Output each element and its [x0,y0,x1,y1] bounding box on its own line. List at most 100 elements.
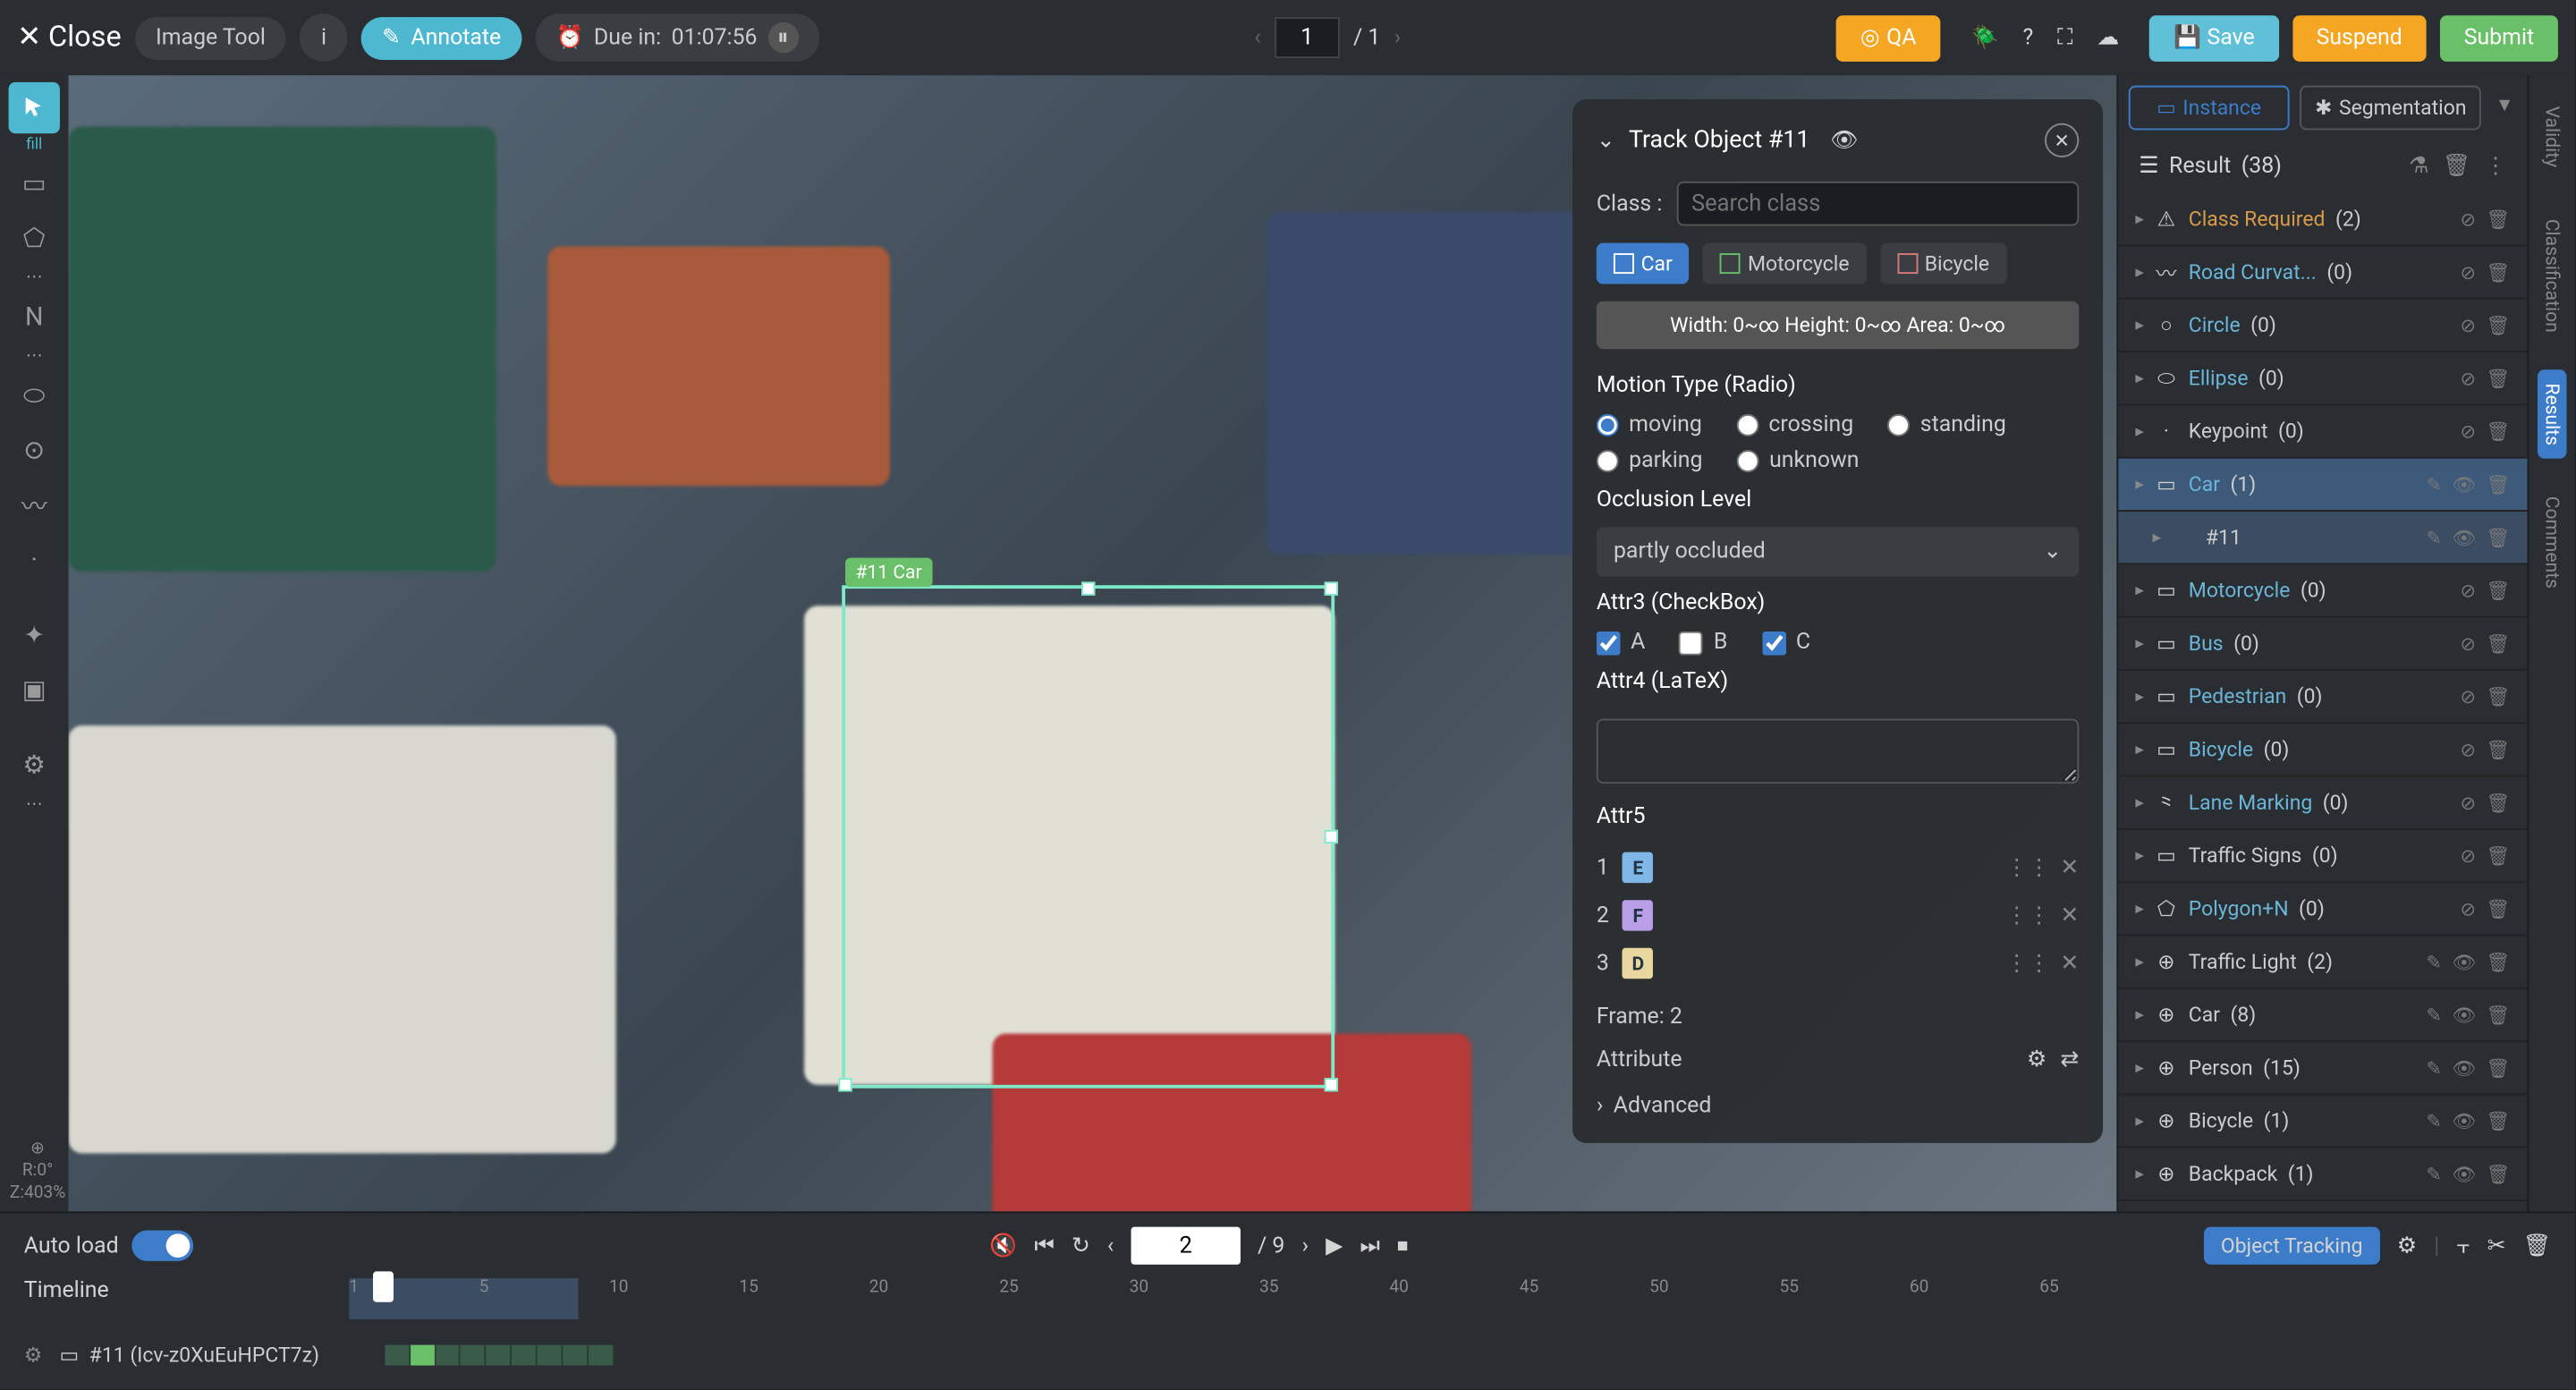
result-item[interactable]: ▸⊕Car(8)✎👁🗑 [2118,989,2527,1042]
trash-icon[interactable]: 🗑 [2487,632,2511,655]
caret-icon[interactable]: ▸ [2153,528,2162,547]
class-tab-bicycle[interactable]: Bicycle [1880,243,2006,284]
attr5-item[interactable]: 2F⋮⋮✕ [1597,892,2079,940]
next-frame-icon[interactable]: › [1302,1233,1309,1259]
compass-icon[interactable]: ⊕ [30,1140,45,1158]
trash-icon[interactable]: 🗑 [2487,526,2511,548]
result-item[interactable]: ▸▭Car(1)✎👁🗑 [2118,459,2527,512]
more-icon[interactable]: ⋮ [2485,154,2507,180]
eye-icon[interactable]: 👁 [2452,526,2476,548]
check-a[interactable]: A [1597,630,1645,656]
result-item[interactable]: ▸○Circle(0)⊘🗑 [2118,300,2527,352]
cloud-icon[interactable]: ☁ [2097,25,2119,51]
trash-icon[interactable]: 🗑 [2487,685,2511,708]
result-item[interactable]: ▸▭Bicycle(0)⊘🗑 [2118,724,2527,776]
caret-icon[interactable]: ▸ [2135,846,2144,865]
prev-page-icon[interactable]: ‹ [1254,25,1260,51]
remove-icon[interactable]: ✕ [2060,903,2079,928]
edit-icon[interactable]: ✎ [2426,1110,2442,1132]
bug-icon[interactable]: 🪲 [1971,25,1999,51]
sliders-icon[interactable]: ⚙ [2027,1047,2046,1073]
result-item[interactable]: ▸⊕Bicycle(1)✎👁🗑 [2118,1095,2527,1148]
timer-pill[interactable]: ⏰ Due in: 01:07:56 ⏸ [536,13,819,62]
bbox-handle-se[interactable] [1325,1078,1338,1091]
eye-slash-icon[interactable]: ⊘ [2461,261,2477,284]
caret-icon[interactable]: ▸ [2135,422,2144,441]
result-item[interactable]: ▸〰Road Curvat...(0)⊘🗑 [2118,246,2527,299]
trash-icon[interactable]: 🗑 [2487,1110,2511,1132]
rect-tool[interactable]: ▭ [9,157,60,208]
drag-icon[interactable]: ⋮⋮ [2005,903,2050,928]
pointer-tool[interactable] [9,82,60,133]
eye-icon[interactable]: 👁 [1830,128,1859,154]
chevron-down-icon[interactable]: ⌄ [1597,128,1615,154]
trash-icon[interactable]: 🗑 [2523,1233,2552,1259]
edit-icon[interactable]: ✎ [2426,1004,2442,1026]
attr5-item[interactable]: 1E⋮⋮✕ [1597,843,2079,892]
playhead[interactable] [373,1271,394,1301]
edit-icon[interactable]: ✎ [2426,1056,2442,1079]
radio-moving[interactable]: moving [1597,412,1702,438]
trash-icon[interactable]: 🗑 [2487,208,2511,230]
bbox-handle-ne[interactable] [1325,581,1338,595]
result-item[interactable]: ▸▭Motorcycle(0)⊘🗑 [2118,564,2527,617]
image-tool-pill[interactable]: Image Tool [135,16,286,59]
result-item[interactable]: ▸⊕Person(15)✎👁🗑 [2118,1042,2527,1095]
settings-icon[interactable]: ⚙ [24,1343,43,1368]
circle-tool[interactable]: ⊙ [9,424,60,475]
annotate-pill[interactable]: ✎ Annotate [361,16,521,59]
bbox-car-11[interactable]: #11 Car [842,585,1335,1088]
caret-icon[interactable]: ▸ [2135,263,2144,282]
timeline[interactable]: 15101520253035404550556065 [349,1278,2551,1326]
trash-icon[interactable]: 🗑 [2487,1056,2511,1079]
radio-parking[interactable]: parking [1597,448,1703,474]
help-icon[interactable]: ? [2022,25,2033,51]
eye-icon[interactable]: 👁 [2452,473,2476,496]
trash-icon[interactable]: 🗑 [2487,951,2511,973]
caret-icon[interactable]: ▸ [2135,899,2144,918]
eye-icon[interactable]: 👁 [2452,1163,2476,1185]
frame-input[interactable] [1131,1227,1240,1265]
eye-slash-icon[interactable]: ⊘ [2461,738,2477,760]
split-icon[interactable]: ⫟ [2456,1233,2470,1259]
trash-icon[interactable]: 🗑 [2487,420,2511,443]
caret-icon[interactable]: ▸ [2135,793,2144,812]
polygon-tool[interactable]: ⬠ [9,212,60,263]
eye-icon[interactable]: 👁 [2452,1004,2476,1026]
trash-icon[interactable]: 🗑 [2487,844,2511,867]
result-item[interactable]: ▸⚠Class Required(2)⊘🗑 [2118,193,2527,246]
pause-icon[interactable]: ⏸ [767,22,798,53]
trash-icon[interactable]: 🗑 [2487,792,2511,814]
fast-forward-icon[interactable]: ⏭ [1360,1233,1379,1259]
radio-crossing[interactable]: crossing [1736,412,1853,438]
eye-slash-icon[interactable]: ⊘ [2461,420,2477,443]
result-item[interactable]: ▸▭Pedestrian(0)⊘🗑 [2118,671,2527,724]
panel-close-icon[interactable]: ✕ [2045,123,2079,157]
trash-icon[interactable]: 🗑 [2487,473,2511,496]
eye-slash-icon[interactable]: ⊘ [2461,208,2477,230]
caret-icon[interactable]: ▸ [2135,687,2144,706]
result-item[interactable]: ▸#11✎👁🗑 [2118,512,2527,564]
drag-icon[interactable]: ⋮⋮ [2005,951,2050,977]
ellipse-tool[interactable]: ⬭ [9,369,60,420]
magic-tool[interactable]: ✦ [9,609,60,660]
eye-icon[interactable]: 👁 [2452,1056,2476,1079]
result-item[interactable]: ▸⊕Backpack(1)✎👁🗑 [2118,1148,2527,1201]
class-tab-car[interactable]: Car [1597,243,1690,284]
trash-icon[interactable]: 🗑 [2487,1163,2511,1185]
trash-icon[interactable]: 🗑 [2443,154,2471,180]
trash-icon[interactable]: 🗑 [2487,367,2511,389]
caret-icon[interactable]: ▸ [2135,1005,2144,1024]
edit-icon[interactable]: ✎ [2426,526,2442,548]
save-button[interactable]: 💾 Save [2150,14,2279,61]
eye-slash-icon[interactable]: ⊘ [2461,792,2477,814]
gear-icon[interactable]: ⚙ [2397,1233,2417,1259]
drag-icon[interactable]: ⋮⋮ [2005,855,2050,881]
end-icon[interactable]: ⏹ [1397,1233,1408,1259]
next-page-icon[interactable]: › [1394,25,1401,51]
caret-icon[interactable]: ▸ [2135,369,2144,387]
rewind-icon[interactable]: ⏮ [1034,1233,1054,1259]
qa-button[interactable]: ◎QA [1836,14,1940,61]
vtab-validity[interactable]: Validity [2538,92,2567,181]
radio-unknown[interactable]: unknown [1737,448,1860,474]
